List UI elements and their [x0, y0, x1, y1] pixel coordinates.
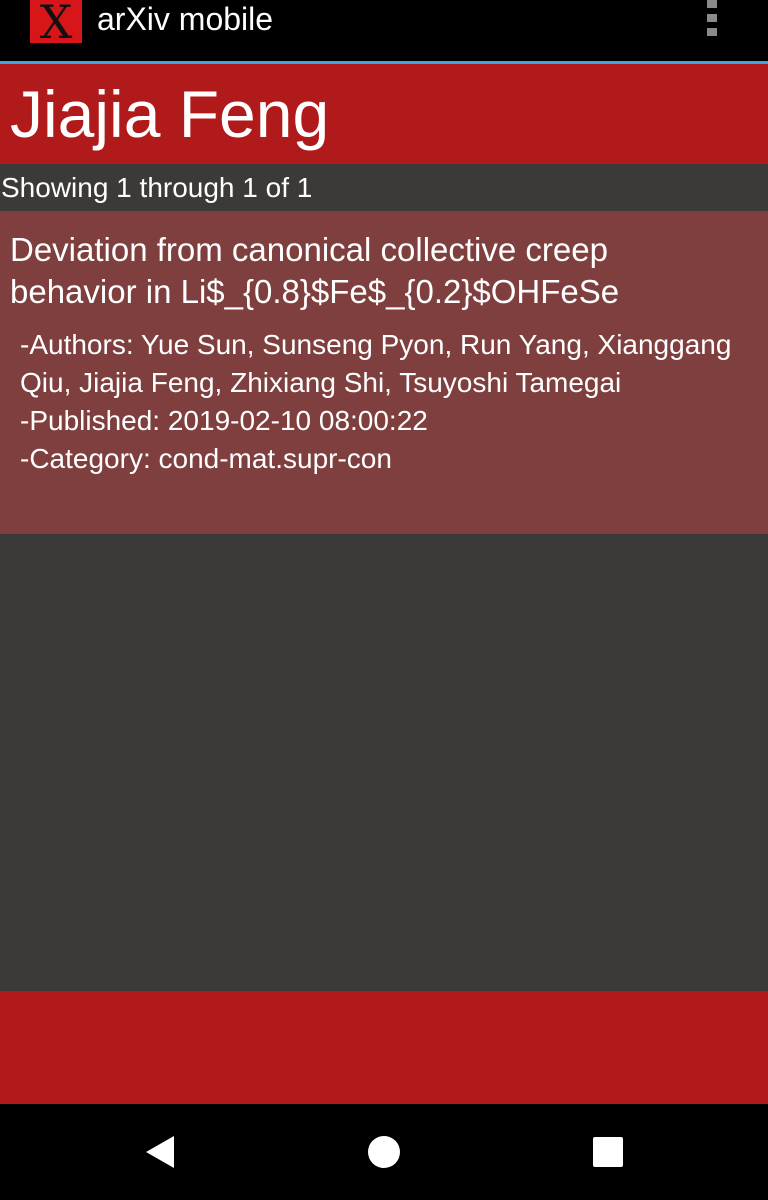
- result-count: Showing 1 through 1 of 1: [1, 172, 313, 203]
- paper-title: Deviation from canonical collective cree…: [10, 231, 620, 310]
- paper-meta: -Authors: Yue Sun, Sunseng Pyon, Run Yan…: [20, 326, 750, 478]
- paper-authors: -Authors: Yue Sun, Sunseng Pyon, Run Yan…: [20, 329, 732, 398]
- app-title: arXiv mobile: [97, 1, 274, 37]
- recents-square-icon[interactable]: [580, 1124, 636, 1180]
- paper-published: -Published: 2019-02-10 08:00:22: [20, 405, 428, 436]
- paper-category: -Category: cond-mat.supr-con: [20, 443, 392, 474]
- author-header: Jiajia Feng: [0, 64, 768, 164]
- home-circle-icon[interactable]: [356, 1124, 412, 1180]
- bottom-banner: [0, 991, 768, 1104]
- back-triangle-icon[interactable]: [132, 1124, 188, 1180]
- list-item[interactable]: Deviation from canonical collective cree…: [0, 211, 768, 534]
- page-title: Jiajia Feng: [10, 77, 330, 151]
- system-nav-bar: [0, 1104, 768, 1200]
- menu-dot: [707, 0, 717, 8]
- overflow-menu-icon[interactable]: [700, 0, 724, 40]
- app-bar: X arXiv mobile: [0, 0, 768, 61]
- menu-dot: [707, 28, 717, 36]
- arxiv-logo-icon: X: [30, 0, 82, 45]
- menu-dot: [707, 14, 717, 22]
